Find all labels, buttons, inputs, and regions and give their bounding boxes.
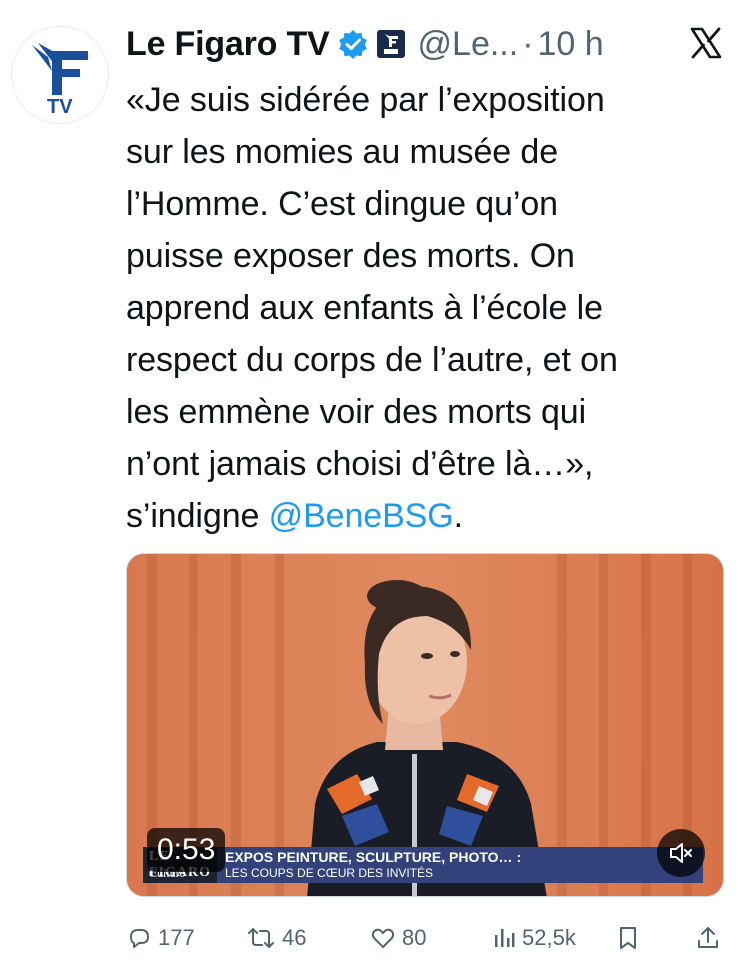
- tweet-timestamp[interactable]: 10 h: [538, 25, 604, 64]
- tweet-header: Le Figaro TV @Le... · 10 h: [126, 20, 731, 68]
- views-button[interactable]: 52,5k: [492, 918, 576, 958]
- repost-count: 46: [282, 925, 307, 950]
- bookmark-icon: [620, 927, 636, 949]
- mention-link[interactable]: @BeneBSG: [269, 497, 454, 535]
- author-avatar[interactable]: TV: [11, 26, 109, 124]
- tweet-line: l’Homme. C’est dingue qu’on: [126, 185, 558, 223]
- lower-third-headline: EXPOS PEINTURE, SCULPTURE, PHOTO… :: [225, 849, 522, 865]
- tweet-actions: 177 46 80 52,5k: [126, 918, 726, 958]
- share-button[interactable]: [696, 918, 720, 958]
- repost-button[interactable]: 46: [246, 918, 306, 958]
- like-button[interactable]: 80: [370, 918, 426, 958]
- tweet-text: «Je suis sidérée par l’exposition sur le…: [126, 74, 726, 542]
- figaro-tv-logo-icon: TV: [32, 43, 88, 118]
- share-icon: [698, 927, 718, 948]
- tweet-line: sur les momies au musée de: [126, 133, 559, 171]
- header-separator: ·: [522, 24, 534, 63]
- tweet-text-prefix: s’indigne: [126, 497, 269, 535]
- tweet-line: respect du corps de l’autre, et on: [126, 341, 618, 379]
- affiliate-badge-icon[interactable]: [376, 29, 406, 59]
- reply-icon: [130, 929, 149, 948]
- tweet-last-line: s’indigne @BeneBSG.: [126, 490, 726, 542]
- speaker-muted-icon: [670, 843, 692, 863]
- heart-icon: [371, 928, 395, 948]
- video-lower-third: LE FIGARO Culture EXPOS PEINTURE, SCULPT…: [143, 847, 703, 883]
- author-handle[interactable]: @Le...: [418, 25, 519, 64]
- lower-third-band: EXPOS PEINTURE, SCULPTURE, PHOTO… : LES …: [217, 847, 703, 883]
- bookmark-button[interactable]: [616, 918, 640, 958]
- tweet-line: n’ont jamais choisi d’être là…»,: [126, 445, 594, 483]
- tweet-line: apprend aux enfants à l’école le: [126, 289, 603, 327]
- video-duration: 0:53: [147, 828, 226, 872]
- mute-button[interactable]: [657, 829, 705, 877]
- views-count: 52,5k: [522, 925, 576, 950]
- tweet-line: puisse exposer des morts. On: [126, 237, 575, 275]
- reply-count: 177: [158, 925, 195, 950]
- repost-icon: [248, 928, 274, 948]
- like-count: 80: [402, 925, 427, 950]
- avatar-text: TV: [47, 96, 73, 118]
- lower-third-subheadline: LES COUPS DE CŒUR DES INVITÉS: [225, 866, 434, 880]
- verified-badge-icon[interactable]: [338, 29, 368, 59]
- x-logo-icon[interactable]: [689, 26, 723, 60]
- tweet-line: les emmène voir des morts qui: [126, 393, 587, 431]
- reply-button[interactable]: 177: [126, 918, 195, 958]
- analytics-icon: [495, 929, 515, 947]
- tweet-line: «Je suis sidérée par l’exposition: [126, 81, 605, 119]
- author-name[interactable]: Le Figaro TV: [126, 25, 330, 64]
- tweet-text-suffix: .: [453, 497, 463, 535]
- video-player[interactable]: LE FIGARO Culture EXPOS PEINTURE, SCULPT…: [126, 553, 724, 897]
